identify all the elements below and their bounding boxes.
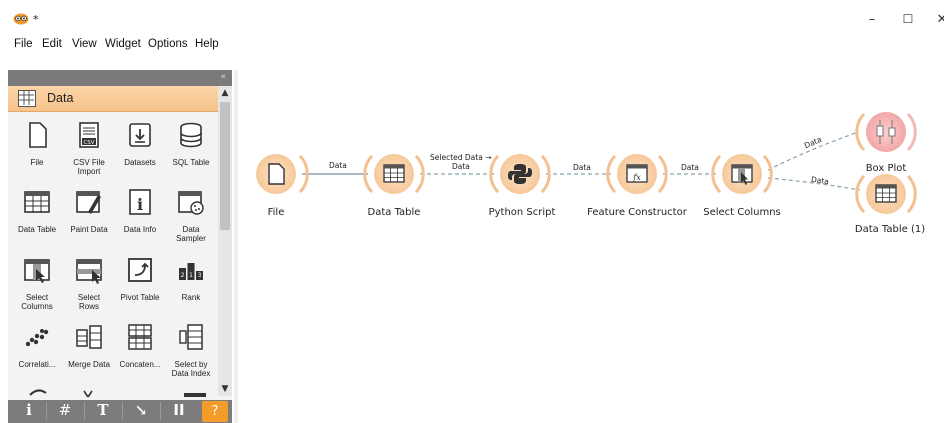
select-rows-icon	[76, 259, 102, 284]
workflow-graph: fx	[256, 112, 917, 214]
widget-data-info[interactable]: i Data Info	[115, 187, 165, 234]
node-label-data-table-1: Data Table (1)	[854, 224, 926, 235]
widget-paint-data[interactable]: Paint Data	[64, 187, 114, 234]
orange-app-icon	[13, 13, 29, 25]
category-data-header[interactable]: Data	[8, 86, 218, 112]
widget-rank[interactable]: 213 Rank	[166, 255, 216, 302]
node-label-box-plot: Box Plot	[865, 163, 907, 174]
node-data-table[interactable]	[363, 154, 425, 194]
menu-bar: File Edit View Widget Options Help	[0, 36, 944, 54]
link-label: Data	[573, 163, 591, 172]
table-icon	[18, 90, 36, 107]
widget-select-rows[interactable]: Select Rows	[64, 255, 114, 311]
help-button[interactable]: ?	[202, 401, 228, 422]
datasets-icon	[129, 123, 151, 147]
link-label: Selected Data →	[430, 153, 492, 162]
database-icon	[180, 122, 202, 148]
svg-text:2: 2	[181, 272, 185, 279]
node-python-script[interactable]	[489, 154, 551, 194]
widget-sql-table[interactable]: SQL Table	[166, 120, 216, 167]
merge-data-icon	[76, 325, 102, 349]
csv-file-icon: CSV	[79, 122, 99, 148]
widget-concatenate[interactable]: Concaten...	[115, 322, 165, 369]
data-sampler-icon	[178, 191, 204, 215]
maximize-button[interactable]: ☐	[898, 12, 918, 26]
close-button[interactable]: ✕	[932, 12, 944, 27]
node-box-plot[interactable]	[855, 112, 917, 152]
link-label: Data	[329, 161, 347, 170]
node-label-feature-constructor: Feature Constructor	[587, 207, 687, 218]
select-by-index-icon	[179, 324, 203, 350]
widget-toolbox: « Data ▲ ▼ File CSV CSV File Import Data…	[8, 70, 232, 423]
scroll-down-icon[interactable]: ▼	[218, 384, 232, 394]
widget-select-columns[interactable]: Select Columns	[12, 255, 62, 311]
text-annotation-button[interactable]: T	[88, 401, 118, 422]
info-button[interactable]: i	[14, 401, 44, 422]
svg-text:CSV: CSV	[83, 140, 94, 146]
svg-text:i: i	[137, 195, 143, 214]
widget-select-by-data-index[interactable]: Select by Data Index	[166, 322, 216, 378]
minimize-button[interactable]: –	[862, 12, 882, 27]
menu-edit[interactable]: Edit	[42, 38, 62, 50]
node-data-table-1[interactable]	[855, 174, 917, 214]
svg-text:1: 1	[189, 272, 193, 279]
window-title: *	[33, 13, 39, 26]
node-feature-constructor[interactable]: fx	[606, 154, 668, 194]
toolbox-header: «	[8, 70, 232, 86]
title-bar: * – ☐ ✕	[0, 0, 944, 34]
pivot-table-icon	[128, 258, 152, 282]
toolbox-scrollbar[interactable]: ▲ ▼	[218, 86, 232, 396]
widget-pivot-table[interactable]: Pivot Table	[115, 255, 165, 302]
paint-data-icon	[76, 191, 101, 214]
arrow-annotation-button[interactable]: ↘	[126, 401, 156, 422]
svg-text:fx: fx	[632, 173, 641, 182]
widget-data-sampler[interactable]: Data Sampler	[166, 187, 216, 243]
menu-widget[interactable]: Widget	[105, 38, 141, 50]
node-select-columns[interactable]	[711, 154, 773, 194]
menu-options[interactable]: Options	[148, 38, 188, 50]
separator	[46, 402, 47, 420]
toolbar-strip	[0, 54, 944, 68]
separator	[122, 402, 123, 420]
pause-button[interactable]: II	[164, 401, 194, 422]
widget-datasets[interactable]: Datasets	[115, 120, 165, 167]
widget-csv-file-import[interactable]: CSV CSV File Import	[64, 120, 114, 176]
scroll-up-icon[interactable]: ▲	[218, 88, 232, 98]
grid-button[interactable]: #	[50, 401, 80, 422]
correlations-icon	[25, 329, 49, 347]
menu-help[interactable]: Help	[195, 38, 219, 50]
select-columns-icon	[24, 259, 50, 283]
concatenate-icon	[128, 324, 152, 350]
node-label-file: File	[267, 207, 285, 218]
widget-data-table[interactable]: Data Table	[12, 187, 62, 234]
partial-widget-row	[26, 384, 216, 398]
node-file[interactable]	[256, 154, 309, 194]
rank-icon: 213	[179, 263, 203, 280]
collapse-icon[interactable]: «	[220, 72, 226, 82]
info-icon: i	[129, 189, 151, 215]
node-label-data-table: Data Table	[367, 207, 421, 218]
link-label: Data	[681, 163, 699, 172]
menu-file[interactable]: File	[14, 38, 33, 50]
widget-file[interactable]: File	[12, 120, 62, 167]
node-label-python-script: Python Script	[488, 207, 556, 218]
file-icon	[29, 122, 47, 148]
separator	[84, 402, 85, 420]
menu-view[interactable]: View	[72, 38, 97, 50]
scroll-thumb[interactable]	[220, 102, 230, 230]
widget-merge-data[interactable]: Merge Data	[64, 322, 114, 369]
widget-correlations[interactable]: Correlati...	[12, 322, 62, 369]
svg-text:3: 3	[198, 272, 202, 279]
separator	[160, 402, 161, 420]
category-label: Data	[47, 91, 74, 105]
node-label-select-columns: Select Columns	[703, 207, 781, 218]
toolbox-bottom-bar: i # T ↘ II ?	[8, 400, 232, 423]
table-icon	[24, 191, 50, 213]
link-label: Data	[452, 162, 470, 171]
workflow-canvas[interactable]: fx Data Selected Data → Data Data Data D…	[238, 70, 944, 423]
